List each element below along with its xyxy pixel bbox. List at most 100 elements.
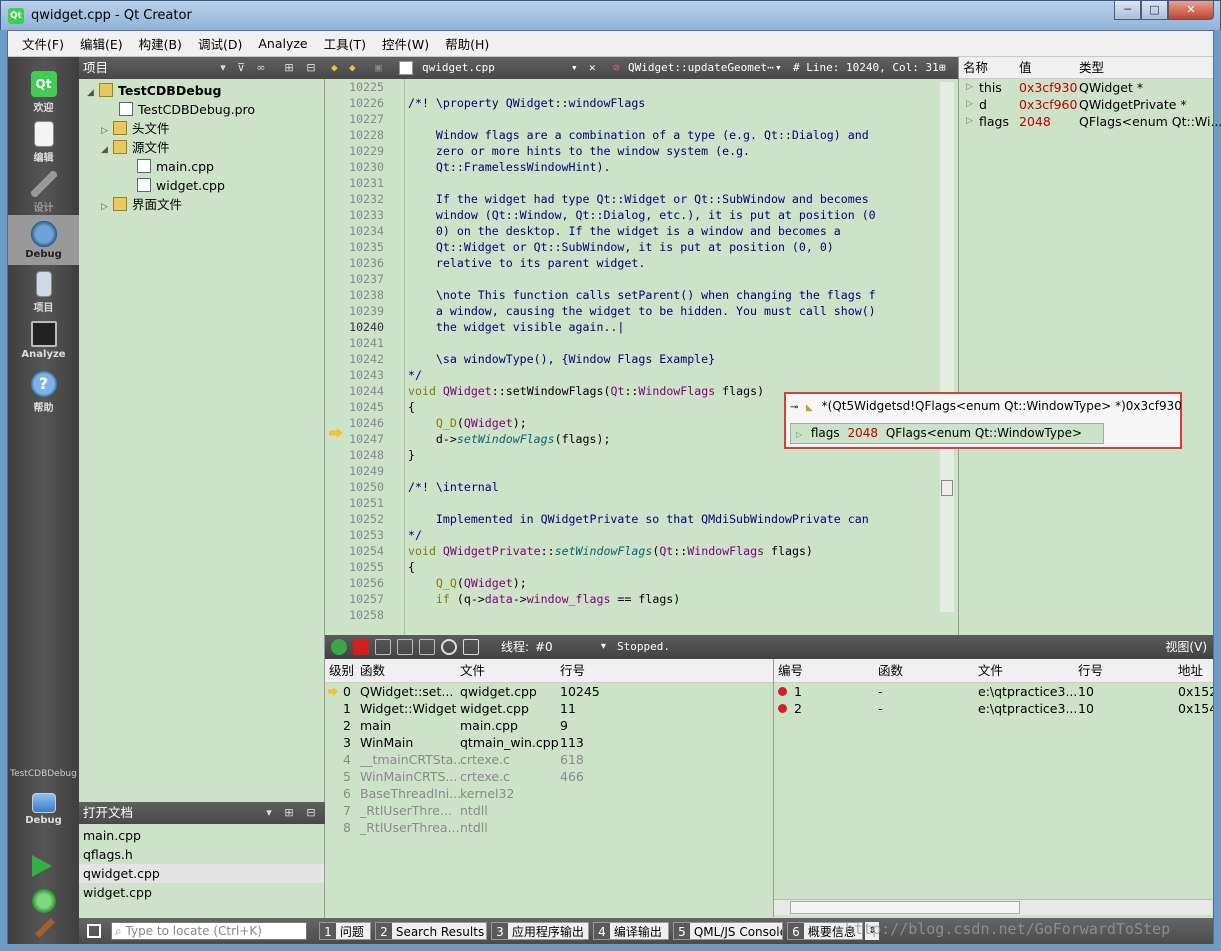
open-doc-item[interactable]: main.cpp bbox=[79, 826, 324, 845]
back-arrow-icon[interactable]: ◆ bbox=[331, 57, 338, 79]
continue-icon[interactable] bbox=[331, 639, 347, 655]
expand-arrow-icon[interactable]: ▷ bbox=[966, 113, 973, 130]
tree-item-forms[interactable]: ▷ 界面文件 bbox=[101, 195, 182, 214]
menu-debug[interactable]: 调试(D) bbox=[190, 34, 250, 53]
editor-file-name[interactable]: qwidget.cpp bbox=[422, 57, 495, 79]
line-number[interactable]: 10232 bbox=[325, 191, 404, 207]
breakpoints-horizontal-scrollbar[interactable] bbox=[774, 899, 1212, 915]
line-number[interactable]: 10229 bbox=[325, 143, 404, 159]
dropdown-arrow-icon[interactable]: ▾ bbox=[261, 805, 277, 821]
stack-col-function[interactable]: 函数 bbox=[360, 659, 385, 683]
line-number[interactable]: 10231 bbox=[325, 175, 404, 191]
file-dropdown-icon[interactable]: ▾ bbox=[571, 57, 578, 79]
toggle-sidebar-icon[interactable] bbox=[87, 924, 101, 938]
stack-frame-row[interactable]: 3 WinMain qtmain_win.cpp 113 bbox=[325, 734, 773, 751]
mode-help[interactable]: ? 帮助 bbox=[8, 365, 79, 415]
line-number[interactable]: 10239 bbox=[325, 303, 404, 319]
menu-help[interactable]: 帮助(H) bbox=[437, 34, 497, 53]
close-pane-icon[interactable]: ⊟ bbox=[303, 60, 319, 76]
stack-col-file[interactable]: 文件 bbox=[460, 659, 485, 683]
bp-col-number[interactable]: 编号 bbox=[778, 659, 803, 683]
scrollbar-thumb[interactable] bbox=[941, 480, 953, 496]
restart-icon[interactable] bbox=[441, 639, 457, 655]
tree-item-project[interactable]: ◢ TestCDBDebug bbox=[87, 81, 222, 100]
line-number[interactable]: 10238 bbox=[325, 287, 404, 303]
line-number[interactable]: 10245 bbox=[325, 399, 404, 415]
step-over-icon[interactable] bbox=[375, 639, 391, 655]
tree-item-sources[interactable]: ◢ 源文件 bbox=[101, 138, 170, 157]
tooltip-value-row[interactable]: ▷ flags 2048 QFlags<enum Qt::WindowType> bbox=[790, 423, 1104, 444]
menu-widgets[interactable]: 控件(W) bbox=[374, 34, 437, 53]
line-number[interactable]: 10249 bbox=[325, 463, 404, 479]
step-into-icon[interactable] bbox=[397, 639, 413, 655]
bp-col-line[interactable]: 行号 bbox=[1078, 659, 1103, 683]
line-number[interactable]: 10226 bbox=[325, 95, 404, 111]
dropdown-arrow-icon[interactable]: ▾ bbox=[215, 60, 231, 76]
disassembler-icon[interactable] bbox=[463, 639, 479, 655]
pin-icon[interactable]: ⊸ bbox=[790, 402, 802, 413]
link-icon[interactable]: ∞ bbox=[253, 60, 269, 76]
stack-frame-row[interactable]: 1 Widget::Widget widget.cpp 11 bbox=[325, 700, 773, 717]
output-tab-issues[interactable]: 1 问题 bbox=[319, 922, 371, 940]
stop-icon[interactable] bbox=[353, 639, 369, 655]
forward-arrow-icon[interactable]: ◆ bbox=[349, 57, 356, 79]
close-button[interactable]: ✕ bbox=[1168, 1, 1214, 20]
output-tab-qml-console[interactable]: 5 QML/JS Console bbox=[673, 922, 783, 940]
line-number[interactable]: 10234 bbox=[325, 223, 404, 239]
locals-col-value[interactable]: 值 bbox=[1019, 57, 1032, 79]
split-icon[interactable]: ⊞ bbox=[939, 57, 946, 79]
run-button[interactable] bbox=[32, 855, 52, 877]
line-number[interactable]: 10255 bbox=[325, 559, 404, 575]
bp-col-function[interactable]: 函数 bbox=[878, 659, 903, 683]
locals-row[interactable]: ▷ this 0x3cf930 QWidget * bbox=[959, 79, 1213, 96]
mode-welcome[interactable]: Qt 欢迎 bbox=[8, 65, 79, 115]
mode-debug[interactable]: Debug bbox=[8, 215, 79, 265]
locals-row[interactable]: ▷ flags 2048 QFlags<enum Qt::Wi... bbox=[959, 113, 1221, 130]
mode-projects[interactable]: 项目 bbox=[8, 265, 79, 315]
menu-file[interactable]: 文件(F) bbox=[14, 34, 72, 53]
symbol-dropdown-icon[interactable]: ▾ bbox=[775, 57, 782, 79]
line-number[interactable]: 10227 bbox=[325, 111, 404, 127]
menu-edit[interactable]: 编辑(E) bbox=[72, 34, 131, 53]
locals-row[interactable]: ▷ d 0x3cf960 QWidgetPrivate * bbox=[959, 96, 1213, 113]
tree-item-main-cpp[interactable]: main.cpp bbox=[137, 157, 214, 176]
step-out-icon[interactable] bbox=[419, 639, 435, 655]
stack-frame-row[interactable]: 6 BaseThreadIni... kernel32 bbox=[325, 785, 773, 802]
minimize-button[interactable]: ─ bbox=[1114, 1, 1141, 20]
line-number[interactable]: 10240 bbox=[325, 319, 404, 335]
split-icon[interactable]: ⊞ bbox=[281, 805, 297, 821]
stack-frame-row[interactable]: 8 _RtlUserThrea... ntdll bbox=[325, 819, 773, 836]
code-area[interactable]: /*! \property QWidget::windowFlags Windo… bbox=[408, 79, 938, 617]
mode-design[interactable]: 设计 bbox=[8, 165, 79, 215]
menu-build[interactable]: 构建(B) bbox=[131, 34, 190, 53]
stack-frame-row[interactable]: 0 QWidget::set... qwidget.cpp 10245 bbox=[325, 683, 773, 700]
close-file-icon[interactable]: ✕ bbox=[589, 57, 596, 79]
line-number[interactable]: 10256 bbox=[325, 575, 404, 591]
line-number[interactable]: 10235 bbox=[325, 239, 404, 255]
locals-col-name[interactable]: 名称 bbox=[963, 57, 988, 79]
line-number[interactable]: 10230 bbox=[325, 159, 404, 175]
line-number[interactable]: 10241 bbox=[325, 335, 404, 351]
stack-frame-row[interactable]: 2 main main.cpp 9 bbox=[325, 717, 773, 734]
line-number[interactable]: 10258 bbox=[325, 607, 404, 623]
view-menu[interactable]: 视图(V) bbox=[1165, 635, 1207, 659]
line-number[interactable]: 10225 bbox=[325, 79, 404, 95]
line-number[interactable]: 10253 bbox=[325, 527, 404, 543]
open-doc-item[interactable]: widget.cpp bbox=[79, 883, 324, 902]
scrollbar-thumb[interactable] bbox=[790, 901, 1020, 914]
expand-arrow-icon[interactable]: ▷ bbox=[966, 96, 973, 113]
kit-selector[interactable]: Debug bbox=[8, 787, 79, 837]
line-number[interactable]: 10243 bbox=[325, 367, 404, 383]
mode-analyze[interactable]: Analyze bbox=[8, 315, 79, 365]
line-number[interactable]: 10248 bbox=[325, 447, 404, 463]
editor-vertical-scrollbar[interactable] bbox=[940, 82, 954, 612]
debug-run-button[interactable] bbox=[32, 889, 56, 913]
line-number[interactable]: 10250 bbox=[325, 479, 404, 495]
split-icon[interactable]: ⊞ bbox=[281, 60, 297, 76]
stack-frame-row[interactable]: 7 _RtlUserThre... ntdll bbox=[325, 802, 773, 819]
line-number[interactable]: 10251 bbox=[325, 495, 404, 511]
locator-input[interactable]: ⌕ Type to locate (Ctrl+K) bbox=[111, 922, 307, 940]
open-doc-item[interactable]: qwidget.cpp bbox=[79, 864, 324, 883]
line-number[interactable]: 10252 bbox=[325, 511, 404, 527]
output-tab-app-output[interactable]: 3 应用程序输出 bbox=[491, 922, 589, 940]
